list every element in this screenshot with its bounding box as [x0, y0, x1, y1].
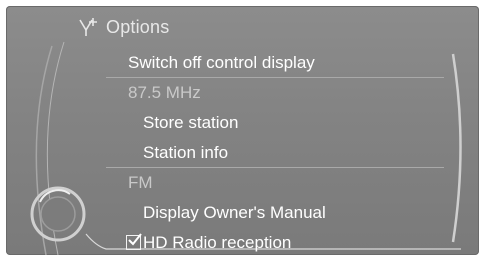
- controller-highlight: [39, 189, 71, 203]
- menu-item-store-station[interactable]: Store station: [106, 108, 444, 138]
- controller-ring-inner: [40, 196, 76, 232]
- menu-item-hd-radio-reception[interactable]: HD Radio reception: [106, 228, 444, 255]
- section-label: 87.5 MHz: [128, 83, 201, 102]
- menu-item-label: HD Radio reception: [143, 233, 292, 252]
- control-display-screen: Options Switch off control display 87.5 …: [6, 6, 479, 255]
- left-outer-arc: [35, 45, 53, 255]
- menu-item-label: Station info: [143, 143, 229, 162]
- controller-ring-outer: [30, 186, 86, 242]
- options-menu: Switch off control display 87.5 MHz Stor…: [106, 48, 444, 255]
- checkbox-checked-icon[interactable]: [126, 233, 142, 250]
- menu-item-display-owners-manual[interactable]: Display Owner's Manual: [106, 198, 444, 228]
- scroll-arc: [451, 53, 462, 243]
- page-title: Options: [106, 16, 170, 37]
- options-header: Options: [76, 12, 169, 42]
- left-inner-arc: [46, 41, 65, 255]
- menu-item-label: Display Owner's Manual: [143, 203, 326, 222]
- menu-item-switch-off-display[interactable]: Switch off control display: [106, 48, 444, 78]
- section-frequency: 87.5 MHz: [106, 78, 444, 108]
- menu-item-station-info[interactable]: Station info: [106, 138, 444, 168]
- section-band: FM: [106, 168, 444, 198]
- menu-item-label: Switch off control display: [128, 53, 315, 72]
- section-label: FM: [128, 173, 153, 192]
- menu-item-label: Store station: [143, 113, 239, 132]
- antenna-plus-icon: [76, 16, 100, 38]
